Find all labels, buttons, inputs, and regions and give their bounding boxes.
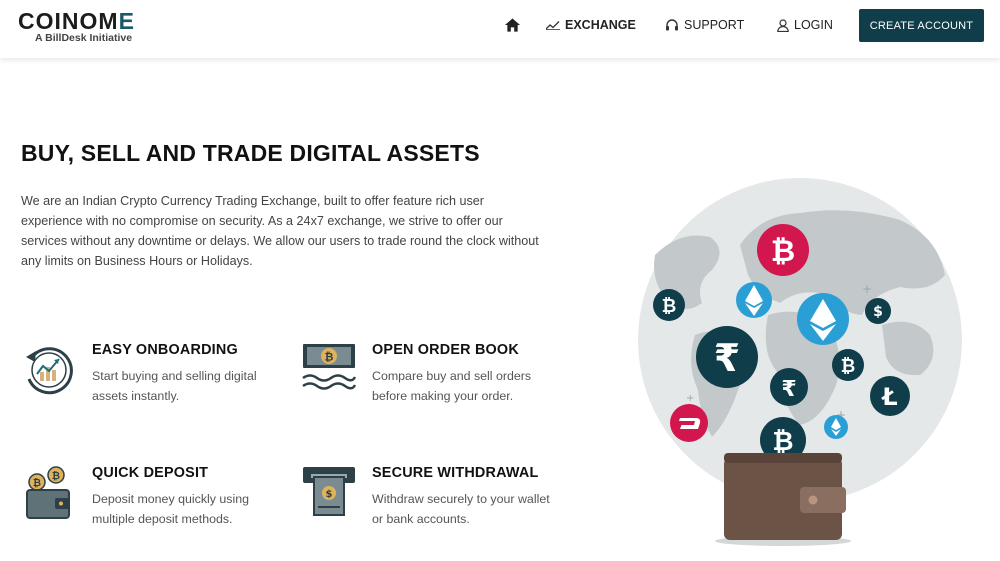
ethereum-coin-icon [736, 282, 772, 318]
litecoin-coin-icon: Ł [870, 376, 910, 416]
bitcoin-coin-icon: ₿ [653, 289, 685, 321]
trending-chart-icon [546, 21, 560, 30]
svg-text:₿: ₿ [33, 477, 41, 489]
svg-text:₿: ₿ [771, 234, 795, 269]
feature-title: SECURE WITHDRAWAL [372, 465, 539, 481]
nav-home[interactable] [505, 0, 525, 50]
bitcoin-coin-icon: ₿ [757, 224, 809, 276]
svg-text:₿: ₿ [841, 356, 856, 377]
dollar-coin-icon: $ [865, 298, 891, 324]
svg-text:₹: ₹ [714, 336, 740, 380]
feature-title: EASY ONBOARDING [92, 342, 238, 358]
svg-text:$: $ [326, 489, 333, 500]
crypto-globe-wallet-illustration: + + + ₿ ₿ $ ₹ ₿ ₹ Ł ₿ [638, 178, 962, 546]
nav-support[interactable]: SUPPORT [665, 0, 744, 50]
rupee-coin-icon: ₹ [770, 368, 808, 406]
home-icon [505, 18, 520, 32]
headset-icon [666, 18, 678, 30]
nav-exchange[interactable]: EXCHANGE [546, 0, 636, 50]
rupee-coin-icon: ₹ [696, 326, 758, 388]
nav-login-label: LOGIN [794, 18, 833, 32]
ethereum-coin-icon [797, 293, 849, 345]
nav-support-label: SUPPORT [684, 18, 745, 32]
logo-tagline: A BillDesk Initiative [35, 32, 133, 44]
create-account-button[interactable]: CREATE ACCOUNT [859, 9, 984, 42]
svg-text:₹: ₹ [781, 377, 796, 402]
svg-text:₿: ₿ [662, 296, 677, 317]
nav-login[interactable]: LOGIN [777, 0, 833, 50]
top-navbar: COINOME A BillDesk Initiative EXCHANGE S… [0, 0, 1000, 58]
svg-text:+: + [686, 393, 694, 404]
feature-description: Compare buy and sell orders before makin… [372, 369, 532, 403]
svg-text:+: + [862, 282, 872, 296]
feature-description: Deposit money quickly using multiple dep… [92, 492, 250, 526]
coinome-logo[interactable]: COINOME A BillDesk Initiative [18, 9, 135, 44]
bitcoin-coin-icon: ₿ [832, 349, 864, 381]
feature-description: Withdraw securely to your wallet or bank… [372, 492, 550, 526]
feature-title: QUICK DEPOSIT [92, 465, 209, 481]
wallet-icon [715, 453, 851, 546]
ethereum-coin-icon [824, 415, 848, 439]
feature-description: Start buying and selling digital assets … [92, 369, 257, 403]
user-icon [777, 18, 789, 32]
chart-clock-icon [26, 347, 73, 395]
svg-text:$: $ [873, 304, 883, 320]
svg-text:₿: ₿ [325, 351, 334, 364]
svg-text:₿: ₿ [772, 427, 793, 457]
hero-title: BUY, SELL AND TRADE DIGITAL ASSETS [21, 140, 480, 166]
feature-title: OPEN ORDER BOOK [372, 342, 519, 358]
wallet-coins-icon: ₿ ₿ [26, 466, 70, 519]
hero-description: We are an Indian Crypto Currency Trading… [21, 194, 539, 268]
atm-withdrawal-icon: $ [303, 467, 355, 516]
svg-text:Ł: Ł [880, 383, 897, 411]
dash-coin-icon [670, 404, 708, 442]
logo-wordmark: COINOME [18, 8, 135, 34]
bitcoin-banknote-icon: ₿ [302, 344, 357, 390]
nav-exchange-label: EXCHANGE [565, 18, 636, 32]
svg-text:₿: ₿ [52, 470, 60, 482]
